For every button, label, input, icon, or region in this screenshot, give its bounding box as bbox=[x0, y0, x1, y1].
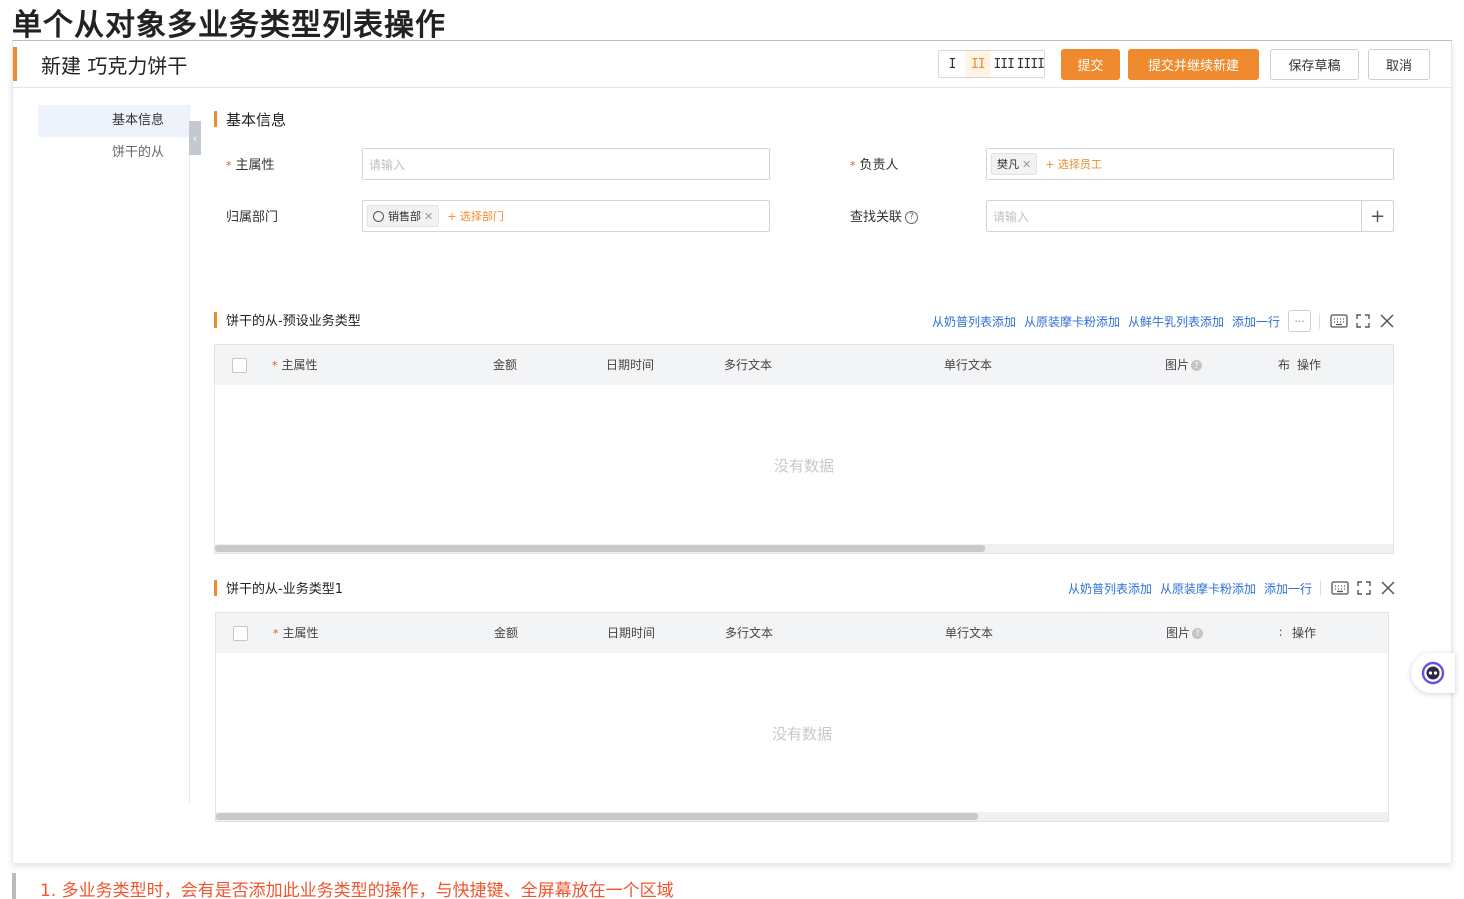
header-accent bbox=[13, 47, 17, 81]
col-datetime: 日期时间 bbox=[606, 358, 655, 372]
close-icon[interactable] bbox=[1377, 577, 1399, 599]
col-singleline: 单行文本 bbox=[944, 358, 993, 372]
collapse-nav-button[interactable]: ‹ bbox=[189, 121, 201, 155]
plus-icon[interactable]: + bbox=[1361, 201, 1393, 231]
close-icon[interactable] bbox=[1376, 310, 1398, 332]
annotation-note: 1. 多业务类型时，会有是否添加此业务类型的操作，与快捷键、全屏幕放在一个区域 bbox=[40, 881, 674, 899]
col-main-attr: * 主属性 bbox=[273, 626, 319, 640]
col-amount: 金额 bbox=[493, 358, 518, 372]
submit-continue-button[interactable]: 提交并继续新建 bbox=[1128, 49, 1259, 80]
col-main-attr: * 主属性 bbox=[272, 358, 318, 372]
dept-tag: 销售部 ✕ bbox=[367, 205, 440, 227]
col-image: 图片? bbox=[1166, 613, 1204, 653]
select-dept-link[interactable]: + 选择部门 bbox=[447, 208, 504, 224]
assistant-button[interactable] bbox=[1411, 653, 1455, 693]
table2: * 主属性 金额 日期时间 多行文本 单行文本 图片? ∶ 操作 没有数据 bbox=[215, 612, 1389, 822]
section-title-table2: 饼干的从-业务类型1 bbox=[214, 578, 343, 597]
add-from-naipu-link[interactable]: 从奶普列表添加 bbox=[1068, 580, 1152, 597]
dept-icon bbox=[373, 210, 384, 222]
keyboard-icon[interactable] bbox=[1328, 310, 1350, 332]
required-mark: * bbox=[273, 627, 279, 640]
sidebar-item-basic-info[interactable]: 基本信息 bbox=[38, 105, 189, 137]
doc-title: 单个从对象多业务类型列表操作 bbox=[12, 8, 446, 43]
column-layout-switch: I II III IIII bbox=[938, 50, 1045, 78]
note-accent bbox=[12, 873, 16, 899]
required-mark: * bbox=[226, 159, 232, 172]
add-from-milk-link[interactable]: 从鲜牛乳列表添加 bbox=[1128, 313, 1224, 330]
col-truncated: ∶ bbox=[1279, 626, 1283, 640]
nav-divider bbox=[189, 105, 190, 803]
add-from-mocha-link[interactable]: 从原装摩卡粉添加 bbox=[1160, 580, 1256, 597]
more-icon[interactable]: ··· bbox=[1288, 310, 1312, 332]
table1-header: * 主属性 金额 日期时间 多行文本 单行文本 图片? 布 操作 bbox=[215, 345, 1393, 385]
section-title-basic: 基本信息 bbox=[214, 109, 286, 130]
field-label-lookup: 查找关联? bbox=[850, 206, 919, 225]
lookup-input[interactable]: 请输入 + bbox=[986, 200, 1394, 232]
col-multiline: 多行文本 bbox=[724, 358, 773, 372]
table2-toolbar: 从奶普列表添加 从原装摩卡粉添加 添加一行 bbox=[1068, 577, 1401, 599]
section-title-table1: 饼干的从-预设业务类型 bbox=[214, 310, 361, 329]
table2-header: * 主属性 金额 日期时间 多行文本 单行文本 图片? ∶ 操作 bbox=[216, 613, 1388, 653]
col-amount: 金额 bbox=[494, 626, 519, 640]
cancel-button[interactable]: 取消 bbox=[1368, 49, 1430, 80]
remove-tag-icon[interactable]: ✕ bbox=[1022, 158, 1031, 171]
fullscreen-icon[interactable] bbox=[1352, 310, 1374, 332]
table1: * 主属性 金额 日期时间 多行文本 单行文本 图片? 布 操作 没有数据 bbox=[214, 344, 1394, 554]
add-from-mocha-link[interactable]: 从原装摩卡粉添加 bbox=[1024, 313, 1120, 330]
field-label-main-attr: * 主属性 bbox=[226, 158, 275, 173]
select-employee-link[interactable]: + 选择员工 bbox=[1045, 156, 1102, 172]
help-icon[interactable]: ? bbox=[905, 211, 919, 224]
field-label-dept: 归属部门 bbox=[226, 210, 279, 225]
dept-field[interactable]: 销售部 ✕ + 选择部门 bbox=[362, 200, 770, 232]
form-header: 新建 巧克力饼干 I II III IIII 提交 提交并继续新建 保存草稿 取… bbox=[13, 41, 1451, 88]
section-nav: 基本信息 饼干的从 bbox=[38, 105, 189, 169]
required-mark: * bbox=[850, 159, 856, 172]
table1-scrollbar[interactable] bbox=[215, 544, 1393, 553]
field-label-owner: * 负责人 bbox=[850, 158, 899, 173]
layout-2-column[interactable]: II bbox=[964, 51, 991, 77]
layout-4-column[interactable]: IIII bbox=[1017, 51, 1045, 77]
owner-tag: 樊凡 ✕ bbox=[991, 153, 1038, 175]
submit-button[interactable]: 提交 bbox=[1061, 49, 1120, 80]
layout-1-column[interactable]: I bbox=[939, 51, 965, 77]
empty-state: 没有数据 bbox=[771, 725, 832, 743]
help-icon[interactable]: ? bbox=[1192, 628, 1204, 639]
page-title: 新建 巧克力饼干 bbox=[41, 54, 188, 78]
empty-state: 没有数据 bbox=[773, 457, 834, 475]
keyboard-icon[interactable] bbox=[1329, 577, 1351, 599]
owner-field[interactable]: 樊凡 ✕ + 选择员工 bbox=[986, 148, 1394, 180]
toolbar-divider bbox=[1320, 580, 1322, 596]
scrollbar-thumb[interactable] bbox=[215, 545, 985, 552]
add-from-naipu-link[interactable]: 从奶普列表添加 bbox=[932, 313, 1016, 330]
form-window: 新建 巧克力饼干 I II III IIII 提交 提交并继续新建 保存草稿 取… bbox=[12, 41, 1452, 863]
assistant-icon bbox=[1421, 661, 1445, 685]
remove-tag-icon[interactable]: ✕ bbox=[424, 210, 433, 223]
layout-3-column[interactable]: III bbox=[991, 51, 1017, 77]
col-truncated: 布 bbox=[1278, 358, 1291, 372]
main-attr-input[interactable]: 请输入 bbox=[362, 148, 770, 180]
col-actions: 操作 bbox=[1292, 626, 1317, 640]
help-icon[interactable]: ? bbox=[1191, 360, 1203, 371]
table2-scrollbar[interactable] bbox=[216, 812, 1388, 821]
toolbar-divider bbox=[1319, 313, 1321, 329]
col-multiline: 多行文本 bbox=[725, 626, 774, 640]
required-mark: * bbox=[272, 359, 278, 372]
col-singleline: 单行文本 bbox=[945, 626, 994, 640]
scrollbar-thumb[interactable] bbox=[216, 813, 978, 820]
select-all-checkbox[interactable] bbox=[232, 358, 247, 373]
chevron-left-icon: ‹ bbox=[192, 131, 198, 145]
table1-toolbar: 从奶普列表添加 从原装摩卡粉添加 从鲜牛乳列表添加 添加一行 ··· bbox=[932, 310, 1400, 332]
col-image: 图片? bbox=[1165, 345, 1203, 385]
col-actions: 操作 bbox=[1297, 358, 1322, 372]
save-draft-button[interactable]: 保存草稿 bbox=[1270, 49, 1359, 80]
select-all-checkbox[interactable] bbox=[233, 626, 248, 641]
sidebar-item-biscuit-detail[interactable]: 饼干的从 bbox=[38, 137, 189, 169]
fullscreen-icon[interactable] bbox=[1353, 577, 1375, 599]
add-row-link[interactable]: 添加一行 bbox=[1232, 313, 1280, 330]
add-row-link[interactable]: 添加一行 bbox=[1264, 580, 1312, 597]
col-datetime: 日期时间 bbox=[607, 626, 656, 640]
